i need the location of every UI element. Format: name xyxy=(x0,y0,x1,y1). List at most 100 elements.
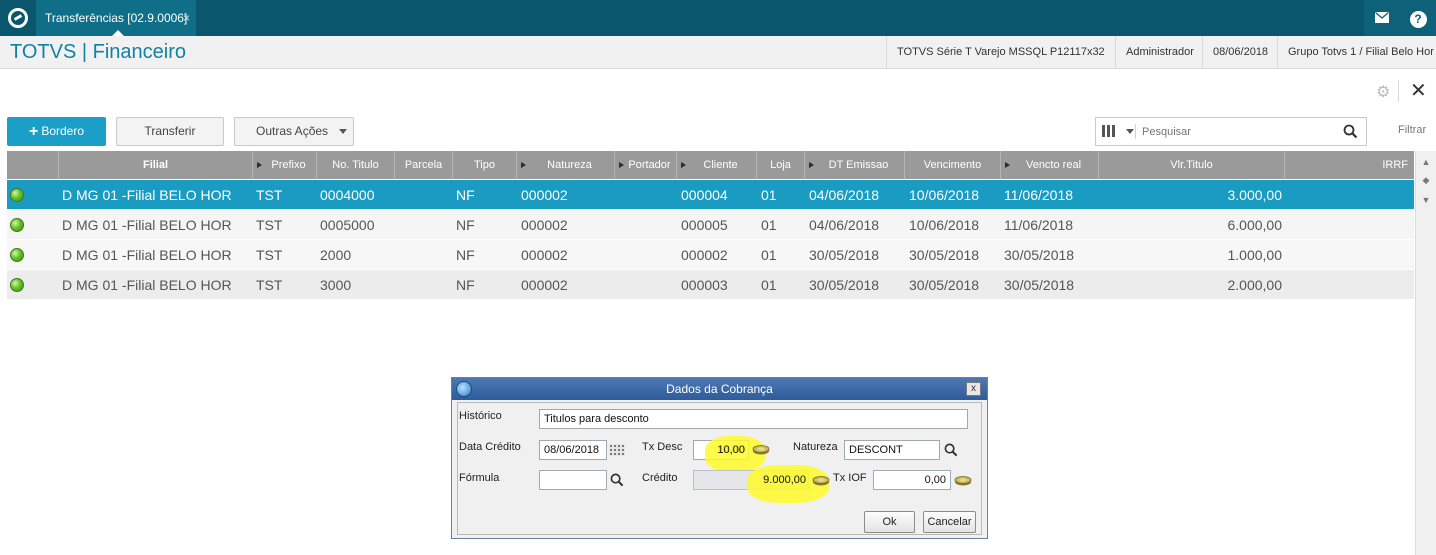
search-input[interactable] xyxy=(1142,123,1332,141)
col-natureza[interactable]: Natureza xyxy=(517,151,615,179)
cell-cliente: 000004 xyxy=(681,187,728,203)
cell-vencto-real: 11/06/2018 xyxy=(1004,217,1074,233)
cell-tipo: NF xyxy=(456,247,475,263)
calendar-icon[interactable] xyxy=(609,444,625,456)
cell-emissao: 30/05/2018 xyxy=(809,277,880,293)
cell-vencto-real: 30/05/2018 xyxy=(1004,277,1075,293)
scroll-up-icon[interactable]: ▲ xyxy=(1419,155,1433,169)
status-green-icon xyxy=(10,248,24,262)
close-window-icon[interactable]: ✕ xyxy=(1410,78,1427,103)
tx-desc-label: Tx Desc xyxy=(642,441,683,453)
formula-field[interactable] xyxy=(539,470,607,490)
col-portador[interactable]: Portador xyxy=(615,151,677,179)
cell-numero: 0005000 xyxy=(320,217,375,233)
col-irrf[interactable]: IRRF xyxy=(1285,151,1414,179)
cell-irrf xyxy=(1287,240,1407,270)
formula-label: Fórmula xyxy=(459,472,500,484)
data-credito-field[interactable]: 08/06/2018 xyxy=(539,440,607,460)
dialog-titlebar[interactable]: Dados da Cobrança x xyxy=(452,378,987,400)
col-status[interactable] xyxy=(7,151,59,179)
historico-field[interactable]: Titulos para desconto xyxy=(539,409,968,429)
sort-triangle-icon xyxy=(1005,162,1010,168)
money-icon[interactable] xyxy=(752,443,770,455)
tab-close-icon[interactable]: × xyxy=(183,0,190,36)
scroll-page-icon[interactable]: ◆ xyxy=(1419,173,1433,187)
search-icon[interactable] xyxy=(944,443,958,457)
grid-scrollbar[interactable]: ▲ ◆ ▼ xyxy=(1415,151,1436,555)
col-natureza-label: Natureza xyxy=(547,159,592,171)
sort-triangle-icon xyxy=(681,162,686,168)
app-header: TOTVS | Financeiro TOTVS Série T Varejo … xyxy=(0,36,1436,69)
col-cliente[interactable]: Cliente xyxy=(677,151,757,179)
col-cliente-label: Cliente xyxy=(703,159,738,171)
cell-valor: 2.000,00 xyxy=(1227,277,1283,293)
table-row[interactable]: D MG 01 -Filial BELO HOR TST 0005000 NF … xyxy=(7,210,1414,240)
cell-prefixo: TST xyxy=(256,247,283,263)
tab-transferencias[interactable]: Transferências [02.9.0006] × xyxy=(36,0,196,36)
bordero-label: Bordero xyxy=(41,124,85,138)
cell-filial: D MG 01 -Filial BELO HOR xyxy=(62,187,232,203)
col-vlr-titulo[interactable]: Vlr.Titulo xyxy=(1099,151,1285,179)
bordero-button[interactable]: + Bordero xyxy=(7,117,106,146)
cell-vencimento: 30/05/2018 xyxy=(909,247,980,263)
col-parcela[interactable]: Parcela xyxy=(395,151,453,179)
col-filial[interactable]: Filial xyxy=(59,151,253,179)
cell-loja: 01 xyxy=(761,277,777,293)
search-icon[interactable] xyxy=(1343,124,1358,139)
search-box[interactable] xyxy=(1095,117,1367,146)
cell-filial: D MG 01 -Filial BELO HOR xyxy=(62,277,232,293)
cell-irrf xyxy=(1287,210,1407,240)
tab-label: Transferências [02.9.0006] xyxy=(45,11,188,25)
branch-info: Grupo Totvs 1 / Filial Belo Hor xyxy=(1277,36,1434,69)
col-tipo[interactable]: Tipo xyxy=(453,151,517,179)
columns-selector-icon[interactable] xyxy=(1102,124,1136,139)
cell-loja: 01 xyxy=(761,187,777,203)
cell-numero: 2000 xyxy=(320,247,352,263)
col-numero[interactable]: No. Titulo xyxy=(317,151,395,179)
table-row[interactable]: D MG 01 -Filial BELO HOR TST 3000 NF 000… xyxy=(7,270,1414,300)
environment-info: TOTVS Série T Varejo MSSQL P12117x32 xyxy=(886,36,1115,69)
settings-gear-icon[interactable]: ⚙ xyxy=(1376,82,1390,102)
data-credito-label: Data Crédito xyxy=(459,441,521,453)
mail-button[interactable] xyxy=(1364,0,1400,36)
credito-value: 9.000,00 xyxy=(763,474,806,486)
sort-triangle-icon xyxy=(809,162,814,168)
cell-irrf xyxy=(1287,270,1407,300)
dialog-title: Dados da Cobrança xyxy=(666,382,773,396)
tx-iof-field[interactable]: 0,00 xyxy=(873,470,951,490)
cell-prefixo: TST xyxy=(256,187,283,203)
envelope-icon xyxy=(1375,12,1389,23)
sort-triangle-icon xyxy=(257,162,262,168)
natureza-field[interactable]: DESCONT xyxy=(844,440,940,460)
col-vencimento[interactable]: Vencimento xyxy=(905,151,1001,179)
cell-natureza: 000002 xyxy=(521,187,568,203)
help-button[interactable]: ? xyxy=(1400,0,1436,36)
scroll-down-icon[interactable]: ▼ xyxy=(1419,193,1433,207)
col-vencto-real[interactable]: Vencto real xyxy=(1001,151,1099,179)
table-row[interactable]: D MG 01 -Filial BELO HOR TST 2000 NF 000… xyxy=(7,240,1414,270)
outras-acoes-dropdown[interactable]: Outras Ações xyxy=(234,117,354,146)
money-icon[interactable] xyxy=(812,474,830,486)
col-loja[interactable]: Loja xyxy=(757,151,805,179)
totvs-logo-icon[interactable] xyxy=(8,8,28,28)
col-prefixo[interactable]: Prefixo xyxy=(253,151,317,179)
table-row[interactable]: D MG 01 -Filial BELO HOR TST 0004000 NF … xyxy=(7,180,1414,210)
dialog-close-icon[interactable]: x xyxy=(966,382,981,396)
search-icon[interactable] xyxy=(610,473,624,487)
col-vencto-real-label: Vencto real xyxy=(1025,159,1082,171)
cell-valor: 3.000,00 xyxy=(1227,187,1283,203)
outras-acoes-label: Outras Ações xyxy=(256,124,329,138)
cell-natureza: 000002 xyxy=(521,247,568,263)
col-dt-emissao[interactable]: DT Emissao xyxy=(805,151,905,179)
status-green-icon xyxy=(10,278,24,292)
ok-button[interactable]: Ok xyxy=(864,511,915,533)
cell-loja: 01 xyxy=(761,217,777,233)
cell-valor: 1.000,00 xyxy=(1227,247,1283,263)
cell-filial: D MG 01 -Filial BELO HOR xyxy=(62,247,232,263)
money-icon[interactable] xyxy=(954,474,972,486)
filtrar-link[interactable]: Filtrar xyxy=(1398,124,1426,136)
grid-header: Filial Prefixo No. Titulo Parcela Tipo N… xyxy=(7,151,1414,179)
cell-cliente: 000002 xyxy=(681,247,728,263)
cancelar-button[interactable]: Cancelar xyxy=(923,511,976,533)
transferir-button[interactable]: Transferir xyxy=(116,117,224,146)
